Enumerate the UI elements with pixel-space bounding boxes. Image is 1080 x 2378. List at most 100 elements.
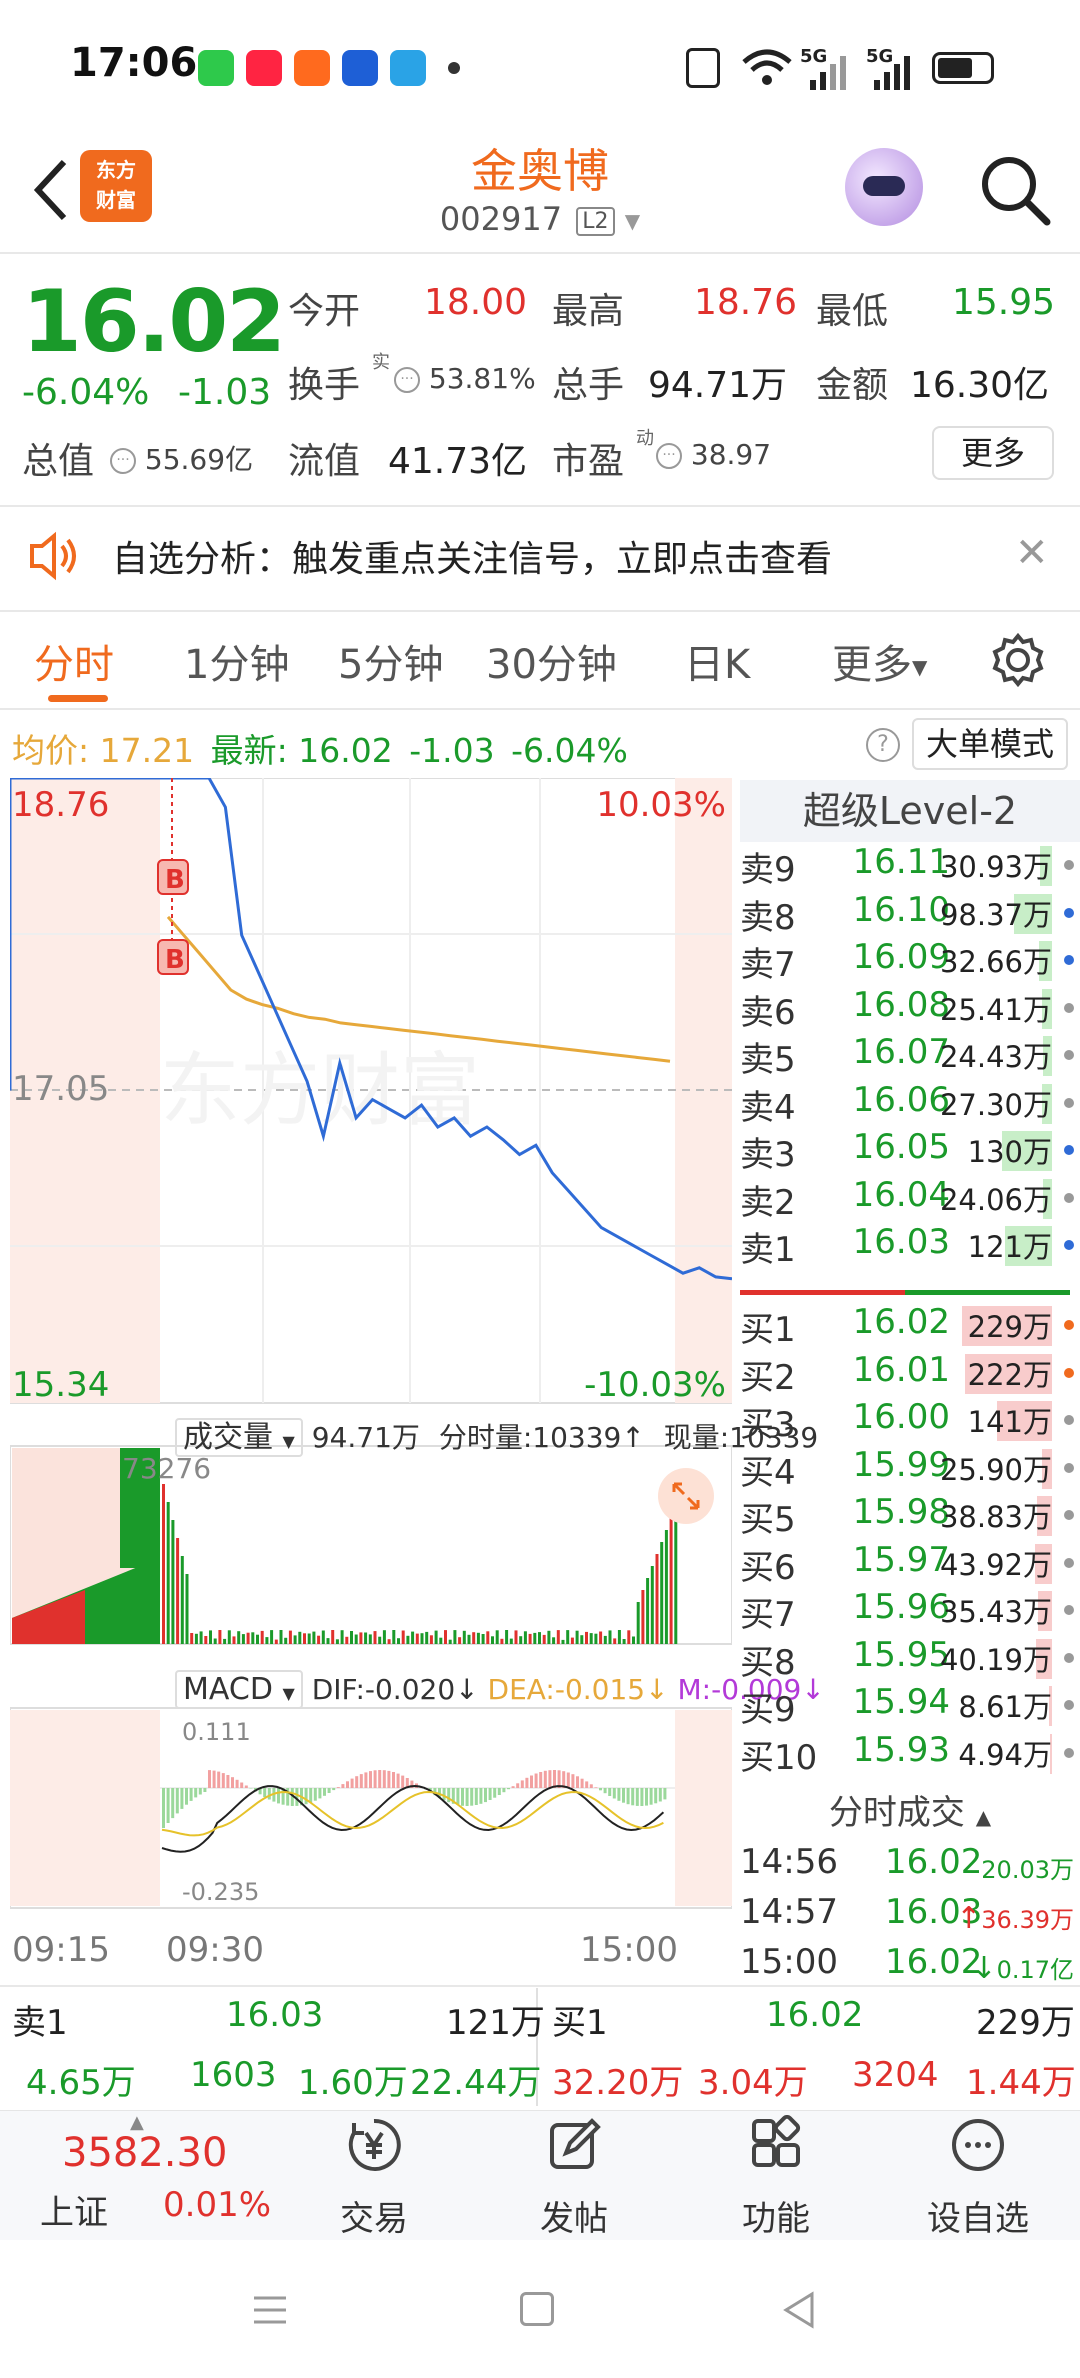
search-icon[interactable] <box>975 150 1055 230</box>
macd-bar <box>484 1788 487 1803</box>
level2-title[interactable]: 超级Level-2 <box>740 780 1080 842</box>
bid-row[interactable]: 买8 15.95 40.19万 <box>740 1635 1080 1683</box>
index-value[interactable]: 3582.30 <box>62 2130 227 2176</box>
change-amount: -1.03 <box>178 372 272 413</box>
time-label-start: 09:15 <box>12 1930 110 1970</box>
pe-value: 38.97 <box>690 438 772 471</box>
ask-volume: 130万 <box>967 1135 1052 1169</box>
volume-bar <box>406 1635 410 1644</box>
nav-trade-label: 交易 <box>340 2199 408 2239</box>
alert-text[interactable]: 自选分析：触发重点关注信号，立即点击查看 <box>112 530 832 582</box>
strip-bid-label: 买1 <box>552 2003 608 2043</box>
nav-add-watchlist[interactable]: 设自选 <box>908 2115 1048 2240</box>
ask-volume: 24.06万 <box>939 1182 1052 1217</box>
current-price: 16.02 <box>22 272 286 372</box>
tab-5min[interactable]: 5分钟 <box>338 632 443 690</box>
tab-daily-k[interactable]: 日K <box>684 632 750 690</box>
tab-30min[interactable]: 30分钟 <box>486 632 617 690</box>
volume-bar <box>321 1630 325 1644</box>
ask-row[interactable]: 卖5 16.07 24.43万 <box>740 1032 1080 1080</box>
index-name[interactable]: 上证 <box>40 2185 108 2234</box>
volume-bar <box>646 1578 650 1644</box>
intraday-chart[interactable]: 东方财富 B B 18.76 17.05 15.34 10.03% -10.03… <box>10 778 732 1953</box>
bid-price: 15.93 <box>852 1729 950 1770</box>
bid-row[interactable]: 买10 15.93 4.94万 <box>740 1730 1080 1778</box>
bid-row[interactable]: 买9 15.94 8.61万 <box>740 1682 1080 1730</box>
ask-row[interactable]: 卖1 16.03 121万 <box>740 1222 1080 1270</box>
volume-bar <box>340 1630 344 1644</box>
info-icon[interactable]: ··· <box>394 367 420 393</box>
pct-bottom-label: -10.03% <box>584 1365 726 1405</box>
volume-bar <box>213 1638 217 1644</box>
volume-bar <box>552 1637 556 1644</box>
macd-dea: DEA:-0.015↓ <box>487 1673 669 1706</box>
macd-bar <box>364 1772 368 1788</box>
macd-bar <box>355 1776 359 1788</box>
tab-intraday[interactable]: 分时 <box>34 632 114 690</box>
robot-assistant-icon[interactable] <box>845 148 923 226</box>
menu-icon[interactable] <box>250 2292 290 2328</box>
xiaohongshu-icon <box>246 50 282 86</box>
more-button[interactable]: 更多 <box>932 426 1054 480</box>
expand-button[interactable] <box>658 1468 714 1524</box>
gear-icon[interactable] <box>990 632 1046 688</box>
ask-row[interactable]: 卖3 16.05 130万 <box>740 1127 1080 1175</box>
trade-volume-value: 36.39万 <box>981 1906 1074 1934</box>
high-value: 18.76 <box>694 282 798 323</box>
macd-bar <box>640 1788 644 1806</box>
nav-trade[interactable]: 交易 <box>304 2115 444 2240</box>
big-order-mode-button[interactable]: 大单模式 <box>912 718 1068 770</box>
volume-bar <box>523 1631 527 1644</box>
buy-marker-1[interactable]: B <box>157 859 189 895</box>
mktcap-value: 55.69亿 <box>144 443 254 476</box>
macd-selector[interactable]: MACD ▼ <box>175 1670 303 1709</box>
macd-bar <box>520 1780 524 1788</box>
volume-bar <box>401 1630 405 1644</box>
macd-bar <box>244 1785 248 1788</box>
strip-bid-price: 16.02 <box>766 1995 864 2035</box>
header-divider <box>0 252 1080 254</box>
trades-title[interactable]: 分时成交 ▲ <box>740 1785 1080 1834</box>
tab-more[interactable]: 更多▼ <box>832 632 927 690</box>
nav-functions[interactable]: 功能 <box>706 2114 846 2240</box>
nav-post[interactable]: 发帖 <box>504 2115 644 2240</box>
macd-bar <box>217 1771 221 1788</box>
bid-row[interactable]: 买1 16.02 229万 <box>740 1302 1080 1350</box>
ask-row[interactable]: 卖8 16.10 98.37万 <box>740 890 1080 938</box>
bid-row[interactable]: 买5 15.98 38.83万 <box>740 1492 1080 1540</box>
volume-bar <box>514 1630 518 1644</box>
back-icon[interactable] <box>780 2290 820 2330</box>
bid-row[interactable]: 买3 16.00 141万 <box>740 1397 1080 1445</box>
macd-bar <box>626 1788 630 1805</box>
ask-row[interactable]: 卖7 16.09 32.66万 <box>740 937 1080 985</box>
bid-row[interactable]: 买7 15.96 35.43万 <box>740 1587 1080 1635</box>
ask-row[interactable]: 卖6 16.08 25.41万 <box>740 985 1080 1033</box>
ask-row[interactable]: 卖9 16.11 30.93万 <box>740 842 1080 890</box>
ask-label: 卖8 <box>740 897 796 938</box>
bid-row[interactable]: 买6 15.97 43.92万 <box>740 1540 1080 1588</box>
home-icon[interactable] <box>520 2292 554 2326</box>
ask-row[interactable]: 卖2 16.04 24.06万 <box>740 1175 1080 1223</box>
info-icon[interactable]: ··· <box>110 448 136 474</box>
macd-preopen-shade <box>10 1710 160 1906</box>
tab-1min[interactable]: 1分钟 <box>184 632 289 690</box>
bid-volume: 229万 <box>967 1310 1052 1344</box>
info-icon[interactable]: ··· <box>656 443 682 469</box>
volume-selector[interactable]: 成交量 ▼ <box>175 1418 303 1457</box>
pe-row: ··· 38.97 <box>656 438 771 471</box>
index-change[interactable]: 0.01% <box>163 2185 271 2225</box>
bid-row[interactable]: 买4 15.99 25.90万 <box>740 1445 1080 1493</box>
ask-row[interactable]: 卖4 16.06 27.30万 <box>740 1080 1080 1128</box>
close-icon[interactable]: ✕ <box>1015 530 1049 576</box>
macd-bar <box>162 1788 165 1828</box>
bid-dot-icon <box>1064 1320 1074 1330</box>
bid-row[interactable]: 买2 16.01 222万 <box>740 1350 1080 1398</box>
help-icon[interactable]: ? <box>866 728 900 762</box>
volume-bar <box>608 1630 612 1644</box>
buy-marker-2[interactable]: B <box>157 939 189 975</box>
macd-bar <box>240 1782 244 1788</box>
ask-label: 卖7 <box>740 945 796 985</box>
volume-bar <box>223 1638 227 1644</box>
pe-label: 市盈 <box>552 441 625 482</box>
high-label: 最高 <box>552 291 625 332</box>
